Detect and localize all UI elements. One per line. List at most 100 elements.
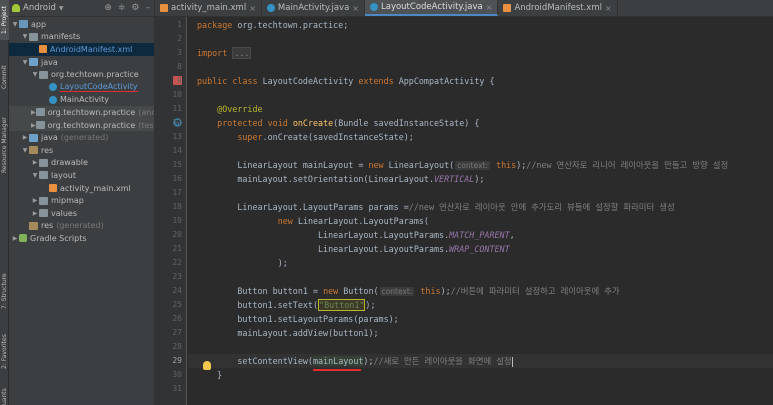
- manifest-file-icon: [503, 4, 512, 12]
- resource-folder-icon: [29, 221, 38, 230]
- line-number: 18: [172, 202, 182, 211]
- expand-arrow-icon[interactable]: ▼: [21, 147, 29, 154]
- tree-item[interactable]: res (generated): [9, 220, 154, 233]
- line-number: 12: [172, 118, 182, 127]
- tree-item[interactable]: ▶ mipmap: [9, 194, 154, 207]
- code-line: }: [217, 370, 223, 380]
- tree-item[interactable]: MainActivity: [9, 94, 154, 107]
- code-editor[interactable]: package org.techtown.practice; import ..…: [188, 17, 773, 405]
- parameter-hint: context:: [379, 287, 415, 296]
- line-number: 20: [172, 230, 182, 239]
- collapse-arrow-icon[interactable]: ▶: [31, 210, 39, 217]
- resource-manager-tool-tab[interactable]: Resource Manager: [0, 110, 9, 180]
- folder-icon: [39, 196, 48, 205]
- class-icon: [49, 95, 57, 104]
- tree-item[interactable]: ▼ manifests: [9, 31, 154, 44]
- close-icon[interactable]: ×: [605, 4, 612, 13]
- line-number: 19: [172, 216, 182, 225]
- android-icon: [12, 4, 20, 12]
- expand-arrow-icon[interactable]: ▼: [21, 59, 29, 66]
- tree-item[interactable]: ▶ org.techtown.practice(test): [9, 118, 154, 132]
- folder-icon: [39, 209, 48, 218]
- editor-tab-label: AndroidManifest.xml: [514, 3, 602, 13]
- line-number: 14: [172, 146, 182, 155]
- collapse-arrow-icon[interactable]: ▶: [11, 235, 19, 242]
- expand-arrow-icon[interactable]: ▼: [11, 21, 19, 28]
- collapse-arrow-icon[interactable]: ▶: [31, 109, 36, 116]
- collapse-arrow-icon[interactable]: ▶: [21, 134, 29, 141]
- project-panel-tools: ⊕ ≑ ⚙ –: [104, 3, 154, 13]
- expand-arrow-icon[interactable]: ▼: [31, 71, 39, 78]
- tree-item[interactable]: LayoutCodeActivity: [9, 81, 154, 94]
- class-icon: [49, 83, 57, 92]
- editor-tab[interactable]: AndroidManifest.xml ×: [498, 0, 618, 16]
- close-icon[interactable]: ×: [249, 4, 256, 13]
- tree-item[interactable]: ▶ org.techtown.practice(andro: [9, 106, 154, 119]
- folder-icon: [29, 32, 38, 41]
- line-number: 30: [172, 370, 182, 379]
- line-number: 28: [172, 342, 182, 351]
- editor-tab[interactable]: MainActivity.java ×: [262, 0, 365, 16]
- lightbulb-icon[interactable]: [203, 361, 211, 370]
- tree-item-label: mipmap: [51, 196, 84, 206]
- code-line: package org.techtown.practice;: [197, 20, 349, 30]
- project-tool-tab[interactable]: 1: Project: [0, 0, 9, 40]
- project-view-selector[interactable]: Android ▼: [12, 3, 64, 13]
- tree-item[interactable]: activity_main.xml: [9, 182, 154, 195]
- tree-item[interactable]: ▼ org.techtown.practice: [9, 68, 154, 81]
- tree-item[interactable]: ▶ drawable: [9, 157, 154, 170]
- close-icon[interactable]: ×: [486, 3, 493, 12]
- line-number: 27: [172, 328, 182, 337]
- class-icon: [266, 4, 275, 12]
- tree-item-label: java: [41, 133, 58, 143]
- code-line: );: [277, 258, 288, 268]
- locate-target-icon[interactable]: ⊕: [104, 3, 112, 13]
- tree-item-label: manifests: [41, 32, 81, 42]
- code-line: LinearLayout mainLayout = new LinearLayo…: [237, 160, 729, 170]
- tree-item[interactable]: ▶ values: [9, 207, 154, 220]
- line-number: 16: [172, 174, 182, 183]
- structure-tool-tab[interactable]: 7: Structure: [0, 268, 9, 314]
- class-icon: [370, 3, 378, 11]
- code-line: LinearLayout.LayoutParams.WRAP_CONTENT: [318, 244, 510, 254]
- code-line: button1.setLayoutParams(params);: [237, 314, 399, 324]
- tree-item[interactable]: AndroidManifest.xml: [9, 43, 154, 56]
- expand-arrow-icon[interactable]: ▼: [31, 172, 39, 179]
- line-number: 24: [172, 286, 182, 295]
- code-line: button1.setText("Button1");: [237, 299, 376, 311]
- favorites-tool-tab[interactable]: 2: Favorites: [0, 328, 9, 376]
- build-variants-tool-tab[interactable]: uants: [0, 388, 9, 405]
- hide-icon[interactable]: –: [146, 3, 151, 13]
- code-line: LinearLayout.LayoutParams.MATCH_PARENT,: [318, 230, 515, 240]
- line-number: 2: [177, 34, 182, 43]
- tree-item[interactable]: ▼ app: [9, 18, 154, 31]
- expand-arrow-icon[interactable]: ▼: [21, 33, 29, 40]
- tree-item[interactable]: ▼ java: [9, 56, 154, 69]
- tree-item-suffix: (andro: [138, 107, 154, 117]
- tree-item[interactable]: ▶ Gradle Scripts: [9, 232, 154, 245]
- close-icon[interactable]: ×: [352, 4, 359, 13]
- editor-tab[interactable]: LayoutCodeActivity.java ×: [365, 0, 499, 16]
- project-view-label: Android: [23, 3, 56, 13]
- tree-item[interactable]: ▼ layout: [9, 169, 154, 182]
- text-caret: [511, 356, 513, 367]
- collapse-all-icon[interactable]: ≑: [118, 3, 126, 13]
- gear-icon[interactable]: ⚙: [131, 3, 139, 13]
- tree-item[interactable]: ▼ res: [9, 144, 154, 157]
- commit-tool-tab[interactable]: Commit: [0, 60, 9, 94]
- line-number: 10: [172, 90, 182, 99]
- code-line: import ...: [197, 47, 252, 59]
- folded-imports[interactable]: ...: [232, 47, 252, 59]
- collapse-arrow-icon[interactable]: ▶: [31, 122, 36, 129]
- collapse-arrow-icon[interactable]: ▶: [31, 197, 39, 204]
- editor-gutter: o 1 2 3 8 9 10 11 12 13 14 15 16 17 18 19 20 21 22 23 24 25 2…: [155, 17, 187, 405]
- editor-tab[interactable]: activity_main.xml ×: [155, 0, 262, 16]
- chevron-down-icon: ▼: [58, 4, 64, 12]
- tree-item[interactable]: ▶ java (generated): [9, 131, 154, 144]
- line-number: 31: [172, 384, 182, 393]
- line-number: 8: [177, 62, 182, 71]
- tree-item-label: java: [41, 57, 58, 67]
- tree-item-label: res: [41, 221, 54, 231]
- collapse-arrow-icon[interactable]: ▶: [31, 159, 39, 166]
- line-number: 1: [177, 20, 182, 29]
